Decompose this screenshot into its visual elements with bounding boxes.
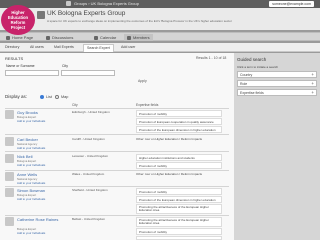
person-city: Belfast - United Kingdom	[72, 217, 106, 221]
display-as-label: Display as:	[5, 94, 28, 99]
add-to-individuals-link[interactable]: Add to your Individuals	[17, 181, 45, 185]
add-to-individuals-link[interactable]: Add to your Individuals	[17, 119, 45, 123]
expertise-tag: Promotion of European cooperation in qua…	[136, 236, 222, 240]
person-city: Sheffield - United Kingdom	[72, 188, 108, 192]
map-radio[interactable]	[55, 95, 59, 99]
subtab-add-user[interactable]: Add user	[121, 45, 135, 49]
person-city: Cardiff - United Kingdom	[72, 137, 105, 141]
tab-label: Discussions	[52, 35, 74, 40]
filter-expertise[interactable]: Expertise fields +	[237, 89, 317, 96]
tab-home[interactable]: Home Page	[6, 34, 33, 41]
add-to-individuals-link[interactable]: Add to your Individuals	[17, 231, 45, 235]
subtab-mail-experts[interactable]: Mail Experts	[54, 45, 74, 49]
divider	[5, 170, 229, 171]
city-label: City	[62, 64, 69, 68]
divider	[5, 108, 229, 109]
members-icon	[127, 35, 131, 40]
avatar[interactable]	[5, 217, 14, 226]
site-logo[interactable]: Higher Education Reform Project	[1, 5, 35, 35]
tab-calendar[interactable]: Calendar	[94, 34, 116, 41]
map-label: Map	[61, 94, 69, 99]
expertise-tag: Promotion of the European dimension in h…	[136, 196, 222, 203]
plus-icon: +	[311, 72, 314, 77]
expertise-tag: Promotion of the European dimension in h…	[136, 126, 222, 133]
lock-icon	[66, 1, 71, 6]
person-city: Leicester - United Kingdom	[72, 154, 109, 158]
add-to-individuals-link[interactable]: Add to your Individuals	[17, 146, 45, 150]
column-header-city: City	[72, 103, 78, 107]
filter-country[interactable]: Country +	[237, 71, 317, 78]
apply-button[interactable]: Apply	[138, 79, 147, 83]
filter-role[interactable]: Role +	[237, 80, 317, 87]
avatar[interactable]	[5, 110, 14, 119]
filter-label: Role	[240, 82, 248, 86]
divider	[5, 215, 229, 216]
expertise-text: Other: tour on Higher Education / Reform…	[136, 172, 203, 176]
tab-label: Members	[133, 35, 150, 40]
main-tabs: Home Page Discussions Calendar Members	[0, 32, 320, 41]
breadcrumb[interactable]: Groups › UK Bologna Experts Group	[74, 1, 139, 6]
guided-search-title: Guided search	[237, 57, 267, 62]
subtab-directory[interactable]: Directory	[5, 45, 19, 49]
login-email[interactable]: someone@example.com	[269, 1, 314, 7]
results-count: Results 1 - 10 of 18	[196, 56, 227, 60]
plus-icon: +	[311, 81, 314, 86]
tab-label: Calendar	[100, 35, 117, 40]
tab-members[interactable]: Members	[124, 34, 153, 41]
add-to-individuals-link[interactable]: Add to your Individuals	[17, 163, 45, 167]
list-label: List	[46, 94, 52, 99]
expertise-tag: Promotion of mobility	[136, 162, 222, 169]
filter-label: Country	[240, 73, 253, 77]
name-input[interactable]	[5, 70, 59, 76]
expertise-tag: Promoting the attractiveness of the Euro…	[136, 204, 222, 214]
tab-label: Home Page	[12, 35, 34, 40]
top-bar: Groups › UK Bologna Experts Group someon…	[0, 0, 320, 8]
filter-label: Expertise fields	[240, 91, 264, 95]
person-name[interactable]: Catherine Rose Raines	[17, 217, 58, 222]
name-label: Name or Surname	[6, 64, 35, 68]
list-radio[interactable]	[40, 95, 44, 99]
results-heading: RESULTS	[5, 56, 24, 61]
divider	[5, 186, 229, 187]
avatar[interactable]	[5, 154, 14, 163]
person-city: Wales - United Kingdom	[72, 172, 105, 176]
logo-line: Project	[10, 25, 26, 30]
city-input[interactable]	[61, 70, 115, 76]
subtab-search-expert[interactable]: Search Expert	[83, 44, 114, 52]
subtab-all-users[interactable]: All users	[30, 45, 44, 49]
column-header-expertise: Expertise fields	[136, 103, 159, 107]
expertise-tag: Promotion of mobility	[136, 188, 222, 195]
home-icon	[6, 35, 10, 40]
group-title: UK Bologna Experts Group	[47, 10, 126, 17]
expertise-tag: Higher education institutions and studen…	[136, 154, 222, 161]
plus-icon: +	[311, 90, 314, 95]
avatar[interactable]	[5, 188, 14, 197]
avatar[interactable]	[5, 137, 14, 146]
expertise-tag: Promotion of mobility	[136, 228, 222, 235]
tab-discussions[interactable]: Discussions	[46, 34, 73, 41]
expertise-tag: Promoting the attractiveness of the Euro…	[136, 217, 222, 227]
group-description: A space for UK experts to exchange ideas…	[47, 19, 232, 23]
expertise-text: Other: tour on Higher Education / Reform…	[136, 137, 203, 141]
person-city: Edinburgh - United Kingdom	[72, 110, 110, 114]
avatar[interactable]	[5, 172, 14, 181]
divider	[5, 134, 229, 135]
calendar-icon	[94, 35, 98, 40]
sub-tabs: Directory All users Mail Experts Search …	[0, 43, 320, 52]
expertise-tag: Promotion of European cooperation in qua…	[136, 118, 222, 125]
add-to-individuals-link[interactable]: Add to your Individuals	[17, 197, 45, 201]
expertise-tag: Promotion of mobility	[136, 110, 222, 117]
divider	[5, 151, 229, 152]
group-icon	[37, 11, 45, 19]
guided-search-hint: Click a term to initiate a search	[237, 65, 279, 69]
discussion-icon	[46, 35, 50, 40]
